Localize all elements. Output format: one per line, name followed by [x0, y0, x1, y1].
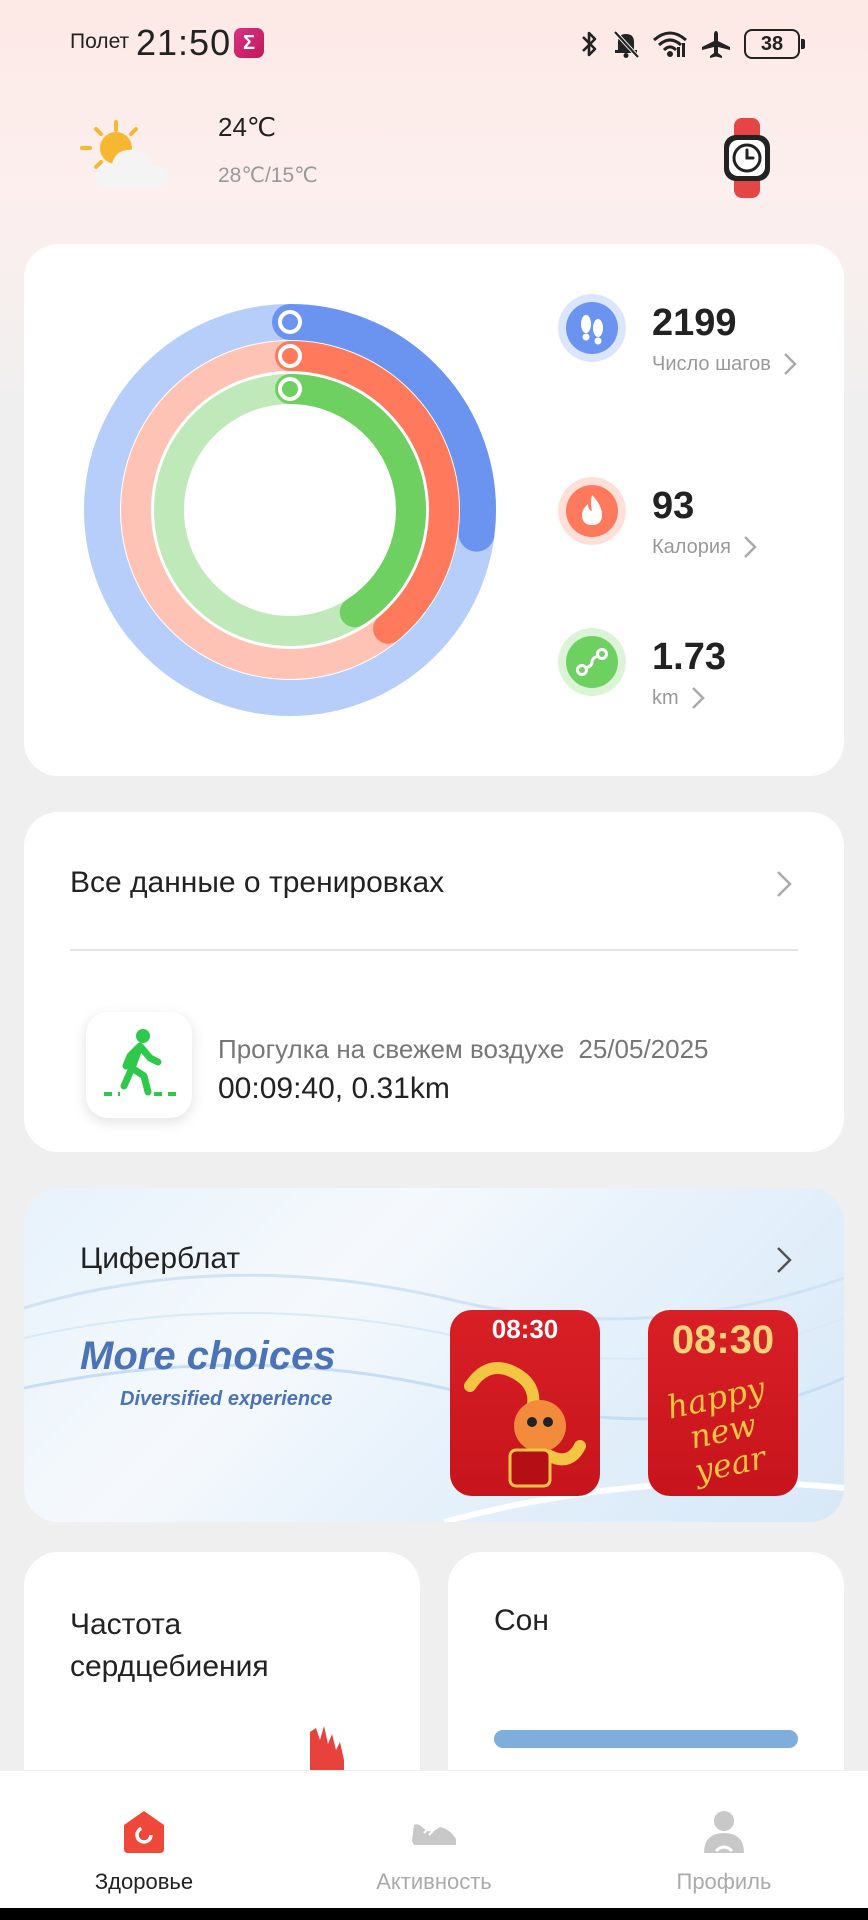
airplane-icon	[702, 31, 730, 58]
nav-item-activity[interactable]: Активность	[334, 1771, 534, 1909]
workouts-title[interactable]: Все данные о тренировках	[70, 866, 444, 900]
heart-rate-title: Частота сердцебиения	[70, 1608, 269, 1683]
status-icons: 38	[578, 26, 805, 62]
sleep-card[interactable]: Сон	[448, 1552, 844, 1802]
partly-cloudy-icon	[80, 120, 169, 188]
workout-date: 25/05/2025	[578, 1034, 709, 1064]
promo-subtitle: Diversified experience	[120, 1388, 333, 1410]
workout-name-text: Прогулка на свежем воздухе	[218, 1034, 565, 1064]
nav-item-profile[interactable]: Профиль	[624, 1771, 824, 1909]
sleep-bar	[494, 1730, 798, 1748]
activity-rings	[84, 304, 496, 716]
chevron-right-icon[interactable]	[776, 1246, 792, 1274]
distance-ring-marker	[278, 377, 302, 401]
sneaker-icon	[412, 1824, 456, 1845]
workouts-card[interactable]: Все данные о тренировках Прогулка на све…	[24, 812, 844, 1152]
activity-card[interactable]: 2199 Число шагов 93 Калория 1.73 km	[24, 244, 844, 776]
workout-stats: 00:09:40, 0.31km	[218, 1072, 450, 1105]
walking-person-icon	[104, 1029, 176, 1096]
health-home-icon	[124, 1811, 164, 1853]
heart-rate-card[interactable]: Частота сердцебиения	[24, 1552, 420, 1802]
chevron-right-icon[interactable]	[776, 870, 792, 898]
app-badge-icon: Σ	[234, 28, 264, 58]
route-icon	[558, 628, 626, 696]
nav-label-health: Здоровье	[94, 1869, 194, 1894]
calories-label[interactable]: Калория	[652, 535, 757, 559]
steps-value: 2199	[652, 302, 737, 344]
watch-faces-title[interactable]: Циферблат	[80, 1242, 240, 1276]
distance-label-text: km	[652, 686, 679, 709]
watch-face-time: 08:30	[491, 1314, 559, 1344]
user-icon	[704, 1811, 744, 1853]
calories-ring-marker	[278, 344, 302, 368]
distance-value: 1.73	[652, 636, 726, 678]
chevron-right-icon	[744, 536, 757, 558]
calories-label-text: Калория	[652, 535, 731, 558]
status-bar: Полет 21:50 Σ 38	[0, 0, 868, 90]
distance-label[interactable]: km	[652, 686, 705, 710]
watch-face-caption: happy new year	[663, 1368, 769, 1491]
nav-label-profile: Профиль	[676, 1869, 772, 1894]
divider	[70, 949, 798, 951]
watch-faces-card[interactable]: Циферблат More choices Diversified exper…	[24, 1188, 844, 1522]
weather-temperature: 24℃	[218, 112, 277, 142]
flame-icon	[558, 477, 626, 545]
bottom-navigation: Здоровье Активность Профиль	[0, 1770, 868, 1908]
footsteps-icon	[558, 294, 626, 362]
battery-icon: 38	[744, 29, 805, 59]
workout-name: Прогулка на свежем воздухе 25/05/2025	[218, 1034, 709, 1065]
watch-face-thumbnail[interactable]: 08:30 happy new year	[648, 1310, 798, 1496]
watch-face-time: 08:30	[671, 1318, 775, 1362]
bluetooth-icon	[582, 31, 597, 57]
nav-label-activity: Активность	[376, 1869, 492, 1894]
chevron-right-icon	[783, 353, 797, 375]
weather-range: 28℃/15℃	[218, 164, 318, 187]
steps-label[interactable]: Число шагов	[652, 352, 797, 376]
bell-muted-icon	[613, 30, 640, 59]
wifi-icon	[653, 31, 687, 57]
dragon-icon	[464, 1362, 586, 1488]
workout-type-tile	[86, 1012, 192, 1118]
calories-value: 93	[652, 485, 695, 527]
status-mode: Полет	[70, 30, 130, 53]
steps-label-text: Число шагов	[652, 352, 771, 375]
system-nav-bar	[0, 1908, 868, 1920]
watch-icon[interactable]	[722, 118, 772, 198]
heart-rate-sparkline	[310, 1726, 344, 1770]
status-time: 21:50	[136, 22, 232, 63]
nav-item-health[interactable]: Здоровье	[44, 1771, 244, 1909]
watch-face-thumbnail[interactable]: 08:30	[450, 1310, 600, 1496]
steps-ring-marker	[278, 310, 302, 334]
promo-title: More choices	[80, 1334, 336, 1378]
chevron-right-icon	[691, 687, 705, 709]
sleep-title: Сон	[494, 1604, 549, 1637]
